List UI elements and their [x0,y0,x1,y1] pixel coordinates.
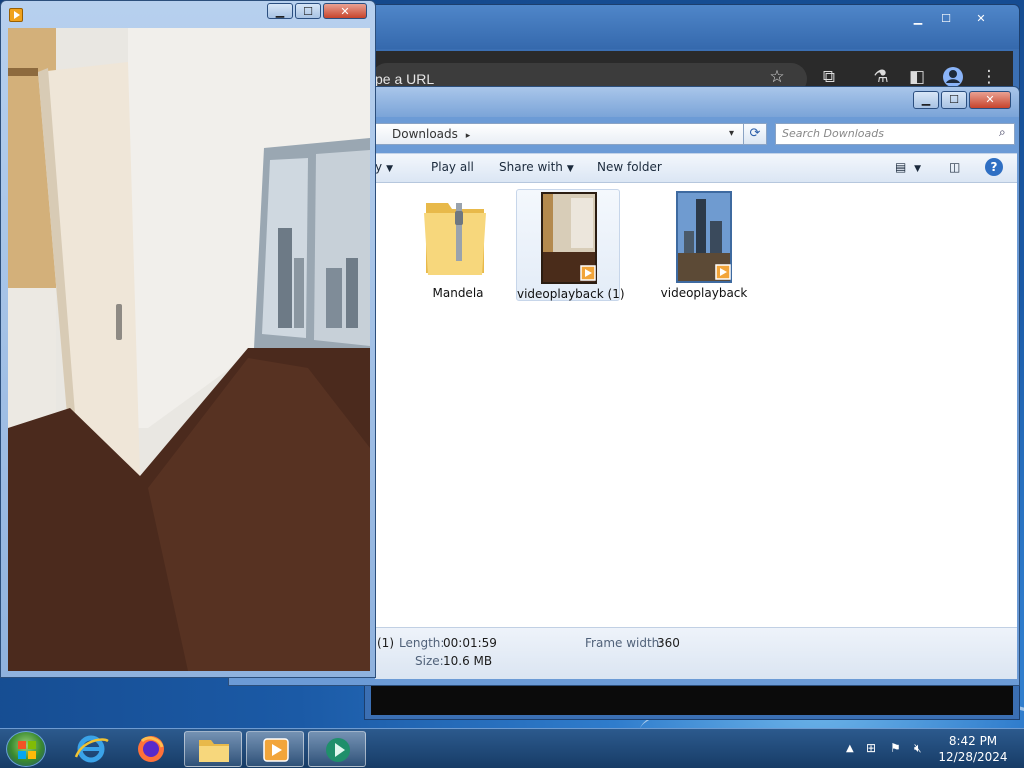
frame-width-value: 360 [657,636,680,650]
play-all-button[interactable]: Play all [431,160,474,174]
frame-width-label: Frame width: [585,636,664,650]
file-name: Mandela [432,286,484,300]
refresh-button[interactable]: ⟳ [743,123,767,145]
search-input[interactable]: Search Downloads [775,123,1015,145]
detail-name-fragment: (1) [377,636,394,650]
network-icon[interactable]: ⊞ [866,741,876,755]
length-label: Length: [399,636,445,650]
organize-button[interactable]: y ▼ [375,160,393,174]
player-maximize-button[interactable]: ☐ [295,3,321,19]
taskbar-clock[interactable]: 8:42 PM 12/28/2024 [936,733,1010,765]
length-value: 00:01:59 [443,636,497,650]
view-options-icon[interactable]: ▤ ▼ [895,160,921,174]
taskbar: ▲ ⊞ ⚑ 🔇︎ 8:42 PM 12/28/2024 [0,728,1024,768]
preview-pane-icon[interactable]: ◫ [949,160,960,174]
media-center-icon [326,738,350,762]
file-name: videoplayback [660,286,748,300]
address-dropdown-icon[interactable]: ▾ [729,124,734,144]
clock-date: 12/28/2024 [938,750,1008,764]
video-frame[interactable] [8,28,370,671]
share-with-label: Share with [499,160,563,174]
taskbar-firefox[interactable] [122,731,180,767]
windows-logo-icon [18,741,36,759]
action-center-flag-icon[interactable]: ⚑ [890,741,901,755]
address-bar[interactable]: Downloads ▸ ▾ [375,123,767,145]
new-folder-button[interactable]: New folder [597,160,662,174]
details-pane: (1) Length: 00:01:59 Size: 10.6 MB Frame… [375,627,1017,679]
media-player-window[interactable]: ▁ ☐ ✕ [0,0,376,678]
size-label: Size: [415,654,444,668]
explorer-close-button[interactable]: ✕ [969,91,1011,109]
command-bar: y ▼ Play all Share with ▼ New folder ▤ ▼ ◫… [375,153,1017,183]
video-thumbnail-icon [676,191,732,283]
player-minimize-button[interactable]: ▁ [267,3,293,19]
file-name: videoplayback (1) [517,287,625,301]
zip-folder-icon [424,203,486,275]
chrome-maximize-button[interactable]: ☐ [933,11,959,29]
chrome-close-button[interactable]: ✕ [961,11,1001,29]
explorer-maximize-button[interactable]: ☐ [941,91,967,109]
explorer-window-controls: ▁ ☐ ✕ [913,91,1011,109]
breadcrumb-arrow-icon[interactable]: ▸ [466,131,471,141]
taskbar-internet-explorer[interactable] [62,731,120,767]
chrome-window-controls: ▁ ☐ ✕ [905,11,1001,29]
taskbar-media-player[interactable] [246,731,304,767]
file-item-mandela[interactable]: Mandela [406,189,510,301]
file-item-videoplayback[interactable]: videoplayback [652,189,756,301]
share-with-button[interactable]: Share with ▼ [499,160,574,174]
chevron-down-icon: ▼ [386,164,394,174]
search-icon[interactable]: ⌕ [999,125,1015,140]
clock-time: 8:42 PM [948,734,998,748]
volume-muted-icon[interactable]: 🔇︎ [914,741,922,756]
file-list: Mandela videoplayback (1) videoplayback [375,183,1017,627]
firefox-icon [138,736,164,762]
breadcrumb[interactable]: Downloads [376,127,458,141]
start-button[interactable] [6,731,46,767]
file-item-videoplayback-1[interactable]: videoplayback (1) [516,189,625,301]
taskbar-file-explorer[interactable] [184,731,242,767]
help-icon[interactable]: ? [985,158,1003,176]
chrome-tabstrip: ▁ ☐ ✕ [365,5,1019,49]
video-thumbnail-icon [541,192,597,284]
media-player-app-icon [9,8,23,22]
folder-icon [199,740,229,762]
chevron-down-icon: ▼ [566,164,574,174]
player-close-button[interactable]: ✕ [323,3,367,19]
organize-label: y [375,160,383,174]
size-value: 10.6 MB [443,654,493,668]
taskbar-media-center[interactable] [308,731,366,767]
explorer-minimize-button[interactable]: ▁ [913,91,939,109]
internet-explorer-icon [74,735,109,763]
video-frame-image [8,28,370,671]
player-window-controls: ▁ ☐ ✕ [267,3,367,19]
media-player-icon [263,738,289,762]
tray-expand-icon[interactable]: ▲ [846,743,854,754]
chrome-minimize-button[interactable]: ▁ [905,11,931,29]
